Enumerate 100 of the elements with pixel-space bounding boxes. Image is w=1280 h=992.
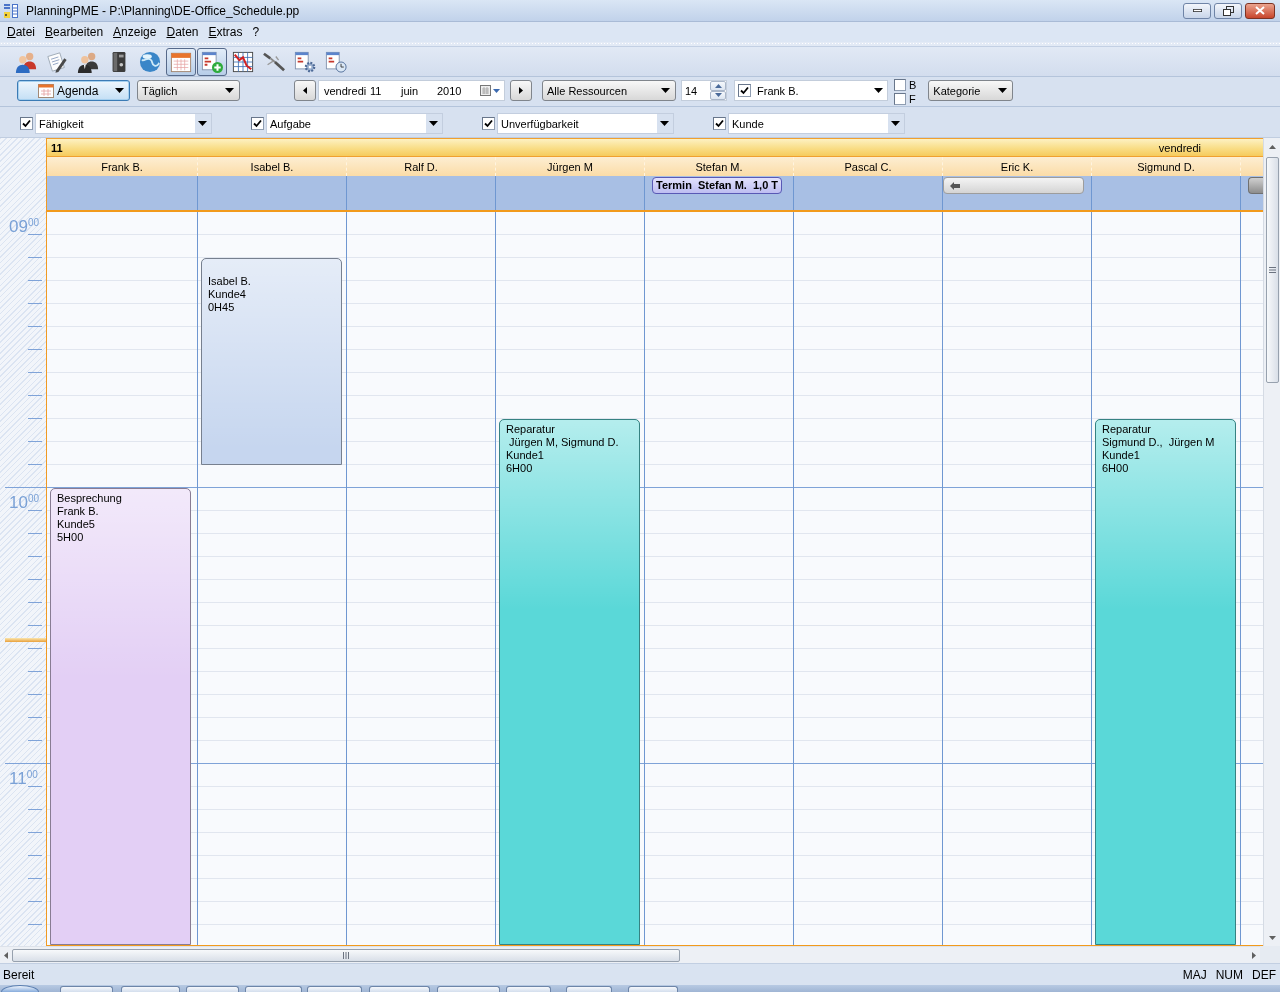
taskbar-button[interactable] — [186, 986, 239, 992]
appointment-title: Reparatur — [506, 423, 556, 436]
date-field[interactable]: vendredi 11 juin 2010 — [318, 80, 505, 101]
filter-dropdown[interactable]: Unverfügbarkeit — [497, 113, 674, 134]
minimize-icon — [1192, 9, 1202, 12]
window-title: PlanningPME - P:\Planning\DE-Office_Schedule.pp — [26, 3, 301, 18]
app-icon — [3, 2, 19, 19]
appointment-title: Reparatur — [1102, 423, 1152, 436]
checkbox[interactable] — [20, 117, 33, 130]
taskbar-button[interactable] — [628, 986, 678, 992]
calendar-icon — [170, 50, 192, 73]
taskbar-button[interactable] — [369, 986, 430, 992]
calendar-icon — [38, 83, 54, 98]
caret-down-icon — [660, 121, 669, 126]
checkbox[interactable] — [894, 79, 906, 91]
day-number: 11 — [51, 141, 63, 154]
check-icon — [484, 119, 493, 128]
minimize-button[interactable] — [1183, 2, 1211, 19]
menu-item[interactable]: Extras — [203, 24, 248, 40]
hour-label: 09$^{00}$ — [9, 218, 40, 235]
calendar-icon — [480, 85, 491, 96]
day-name: vendredi — [1158, 141, 1201, 154]
status-text: Bereit — [3, 967, 36, 982]
date-month: juin — [401, 84, 420, 97]
menu-item[interactable]: ? — [247, 24, 265, 40]
filter-dropdown[interactable]: Fähigkeit — [35, 113, 212, 134]
view-dropdown[interactable]: Agenda — [17, 80, 130, 101]
taskbar-button[interactable] — [121, 986, 180, 992]
filter-dropdown[interactable]: Aufgabe — [266, 113, 443, 134]
menu-item[interactable]: Datei — [2, 24, 41, 40]
scroll-thumb[interactable] — [12, 948, 680, 962]
check-icon — [740, 86, 749, 95]
taskbar-button[interactable] — [566, 986, 612, 992]
filter-dropdown[interactable]: Kunde — [728, 113, 905, 134]
cable-icon — [263, 50, 285, 73]
notepad-pen-icon — [46, 50, 68, 73]
resource-header: Frank B. — [100, 159, 144, 175]
start-button[interactable] — [1, 985, 39, 992]
status-indicator: MAJ — [1182, 967, 1207, 982]
next-button[interactable] — [510, 80, 532, 101]
caret-down-icon — [998, 88, 1008, 93]
appointment-text: Kunde1 — [506, 449, 545, 462]
appointment-text: Isabel B. — [208, 275, 252, 288]
caret-down-icon — [493, 88, 500, 93]
checkbox[interactable] — [738, 84, 751, 97]
taskbar-button[interactable] — [506, 986, 551, 992]
status-indicator: NUM — [1215, 967, 1243, 982]
checkbox[interactable] — [482, 117, 495, 130]
taskbar-button[interactable] — [60, 986, 113, 992]
menu-item[interactable]: Bearbeiten — [40, 24, 109, 40]
people-icon — [15, 50, 37, 73]
grip-icon — [1268, 267, 1276, 273]
caret-left-icon — [4, 951, 8, 959]
scroll-thumb[interactable] — [1265, 157, 1279, 383]
caret-down-icon — [225, 88, 234, 93]
appointment-text: Jürgen M, Sigmund D. — [508, 436, 620, 449]
appointment-pill[interactable]: Termin Stefan M. 1,0 T — [652, 177, 783, 194]
caret-down-icon — [429, 121, 438, 126]
caret-left-icon — [303, 87, 307, 94]
globe-icon — [139, 50, 161, 73]
checkbox[interactable] — [894, 93, 906, 105]
checkbox[interactable] — [713, 117, 726, 130]
date-weekday: vendredi — [324, 84, 368, 97]
appointment-duration: 0H45 — [208, 301, 236, 314]
close-button[interactable] — [1245, 2, 1275, 19]
resource-dropdown[interactable]: Frank B. — [734, 80, 888, 101]
appointment-bar[interactable] — [1248, 177, 1263, 194]
checkbox[interactable] — [251, 117, 264, 130]
menu-item[interactable]: Daten — [161, 24, 204, 40]
appointment-block[interactable]: Reparatur Jürgen M, Sigmund D. Kunde1 6H00 — [499, 419, 640, 945]
taskbar-button[interactable] — [437, 986, 500, 992]
previous-button[interactable] — [294, 80, 316, 101]
appointment-block[interactable]: Isabel B. Kunde4 0H45 — [201, 258, 342, 465]
grip-icon — [343, 951, 349, 959]
resource-group-dropdown[interactable]: Alle Ressourcen — [542, 80, 676, 101]
taskbar-button[interactable] — [307, 986, 362, 992]
appointment-text: Kunde4 — [208, 288, 247, 301]
date-day: 11 — [370, 84, 401, 97]
appointment-text: Kunde5 — [57, 518, 96, 531]
caret-right-icon — [1252, 951, 1256, 959]
toolbar-button[interactable] — [197, 47, 227, 76]
appointment-text: Kunde1 — [1102, 449, 1141, 462]
toolbar-button[interactable] — [166, 47, 196, 76]
document-plus-icon — [201, 50, 223, 73]
restore-button[interactable] — [1214, 2, 1242, 19]
check-icon — [22, 119, 31, 128]
hour-label: 11$^{00}$ — [9, 770, 38, 787]
caret-up-icon — [1268, 144, 1276, 149]
option-label: B — [909, 79, 917, 91]
appointment-block[interactable]: Besprechung Frank B. Kunde5 5H00 — [50, 488, 191, 945]
appointment-block[interactable]: Reparatur Sigmund D., Jürgen M Kunde1 6H00 — [1095, 419, 1236, 945]
period-dropdown[interactable]: Täglich — [137, 80, 240, 101]
status-indicator: DEF — [1252, 967, 1276, 982]
category-dropdown[interactable]: Kategorie — [928, 80, 1014, 101]
menu-item[interactable]: Anzeige — [108, 24, 162, 40]
taskbar-button[interactable] — [245, 986, 302, 992]
current-time-marker — [5, 638, 46, 642]
caret-down-icon — [1268, 935, 1276, 940]
hour-label: 10$^{00}$ — [9, 494, 40, 511]
caret-down-icon — [891, 121, 900, 126]
